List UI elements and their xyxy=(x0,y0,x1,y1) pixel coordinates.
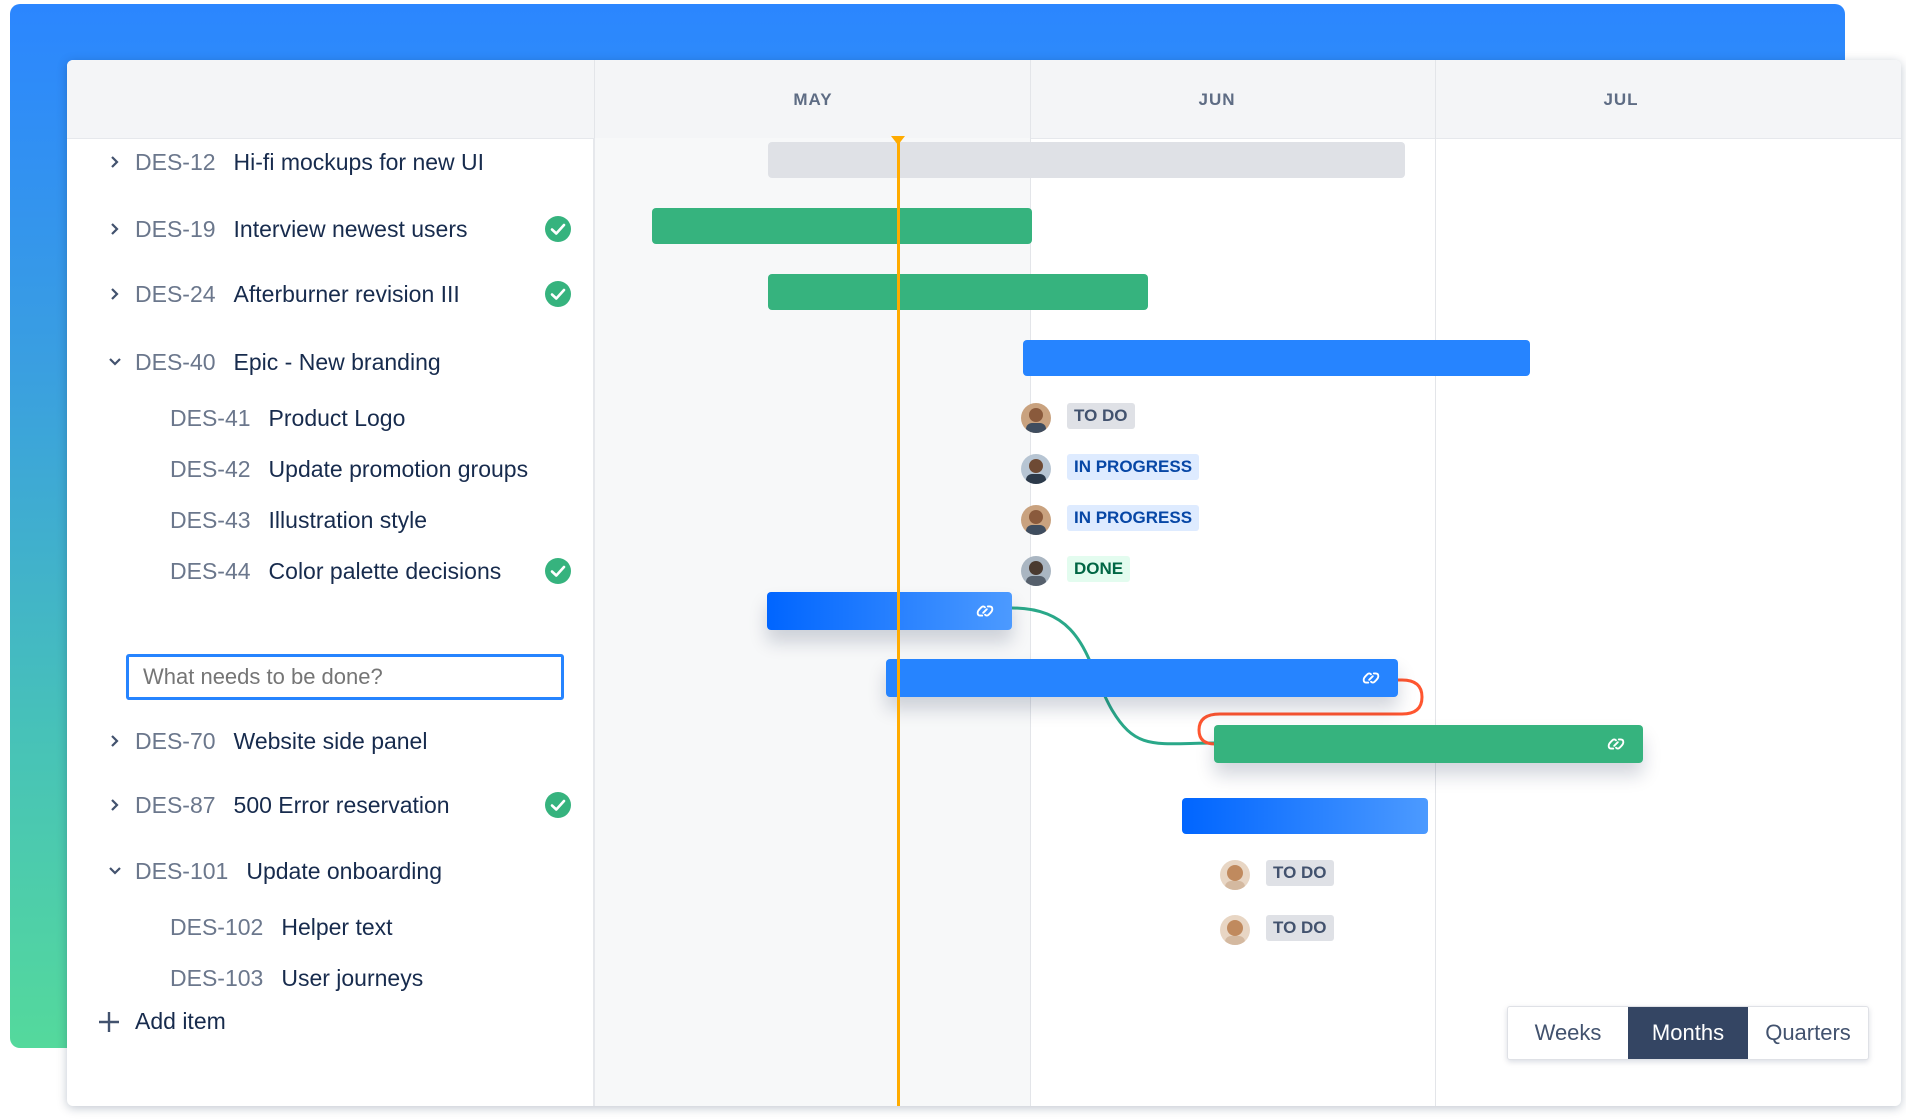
status-lozenge[interactable]: TO DO xyxy=(1266,915,1334,941)
timeline-bar[interactable] xyxy=(1214,725,1643,763)
link-icon[interactable] xyxy=(1605,733,1627,755)
link-icon[interactable] xyxy=(974,600,996,622)
link-icon[interactable] xyxy=(1360,667,1382,689)
months-view-button[interactable]: Months xyxy=(1628,1007,1748,1059)
quarters-view-button[interactable]: Quarters xyxy=(1748,1007,1868,1059)
status-lozenge[interactable]: TO DO xyxy=(1266,860,1334,886)
epic-timeline-bar[interactable] xyxy=(1182,798,1428,834)
weeks-view-button[interactable]: Weeks xyxy=(1508,1007,1628,1059)
dependency-lines xyxy=(1011,606,1424,746)
timeline-bar[interactable] xyxy=(767,592,1012,630)
assignee-avatar xyxy=(1220,915,1250,945)
roadmap-panel: MAY JUN JUL DES-12 Hi-fi mockups for new… xyxy=(67,60,1901,1106)
timeline-bar[interactable] xyxy=(886,659,1398,697)
today-marker-tip xyxy=(891,136,905,145)
today-marker xyxy=(897,138,900,1106)
view-toggle[interactable]: Weeks Months Quarters xyxy=(1507,1006,1869,1060)
assignee-avatar xyxy=(1220,860,1250,890)
